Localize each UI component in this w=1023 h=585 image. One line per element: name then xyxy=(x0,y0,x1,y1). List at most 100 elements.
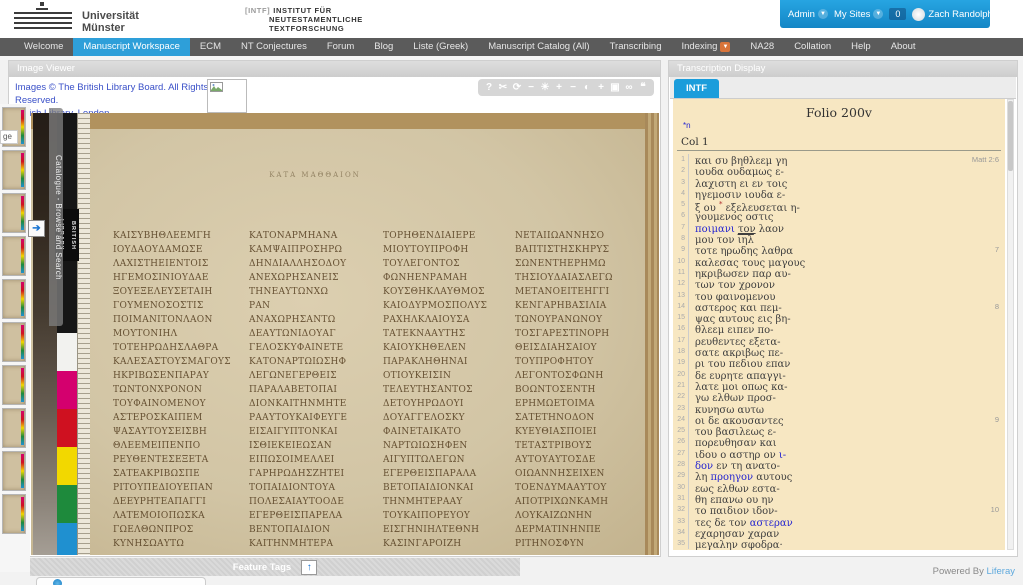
verse-reference: Matt 2:6 xyxy=(972,154,999,165)
contrast-icon[interactable]: ◐ xyxy=(581,79,593,96)
notification-count-badge[interactable]: 0 xyxy=(889,8,906,20)
user-menu[interactable]: Zach Randolph Butler ▼ xyxy=(912,8,1023,21)
page-thumbnail[interactable] xyxy=(2,150,26,190)
nav-item-help[interactable]: Help xyxy=(841,38,881,56)
brightness-increase-icon[interactable]: + xyxy=(553,79,565,96)
chevron-down-icon: ▼ xyxy=(818,9,828,19)
transcription-line: 14αστερος και πεμ-8 xyxy=(673,301,1005,312)
nav-item-manuscript-workspace[interactable]: Manuscript Workspace xyxy=(73,38,189,56)
nav-item-blog[interactable]: Blog xyxy=(364,38,403,56)
institute-name: [INTF]INSTITUT FÜR NEUTESTAMENTLICHE TEX… xyxy=(245,6,363,33)
transcription-line: 2ιουδα ουδαμως ε- xyxy=(673,165,1005,176)
page-thumbnail[interactable] xyxy=(2,408,26,448)
note-marker[interactable]: *n xyxy=(683,121,691,130)
transcription-line: 26πορευθησαν και xyxy=(673,436,1005,447)
collapse-up-button[interactable]: ↑ xyxy=(301,560,317,575)
avatar xyxy=(912,8,925,21)
transcription-line: 29λη προηγον αυτους xyxy=(673,470,1005,481)
nav-item-ecm[interactable]: ECM xyxy=(190,38,231,56)
manuscript-column-4: ΝΕΤΑΙΙΩΑΝΝΗΣΟ ΒΑΠΤΙΣΤΗΣΚΗΡΥΣ ΣΩΝΕΝΤΗΕΡΗΜ… xyxy=(515,229,641,555)
line-number: 34 xyxy=(673,527,689,538)
nav-item-indexing[interactable]: Indexing▼ xyxy=(672,38,741,56)
admin-menu[interactable]: Admin ▼ xyxy=(788,9,828,20)
page-thumbnail[interactable] xyxy=(2,322,26,362)
broken-image-icon xyxy=(207,79,247,113)
scrollbar-thumb[interactable] xyxy=(1008,101,1013,171)
verse-reference: 7 xyxy=(995,244,999,255)
transcription-line: 20δε ευρητε απαγγι- xyxy=(673,369,1005,380)
manuscript-image[interactable]: BRITISH LIBRARY ΚΑΤΑ ΜΑΘΘΑΙΟΝ ΚΑΙΣΥΒΗΘΛΕ… xyxy=(31,113,659,555)
collapsed-panel-chip[interactable] xyxy=(36,577,206,585)
page-thumbnail[interactable] xyxy=(2,279,26,319)
line-number: 27 xyxy=(673,448,689,459)
transcription-line: 22γω ελθων προσ- xyxy=(673,391,1005,402)
contrast-decrease-icon[interactable]: − xyxy=(567,79,579,96)
link-icon[interactable]: ∞ xyxy=(623,79,635,96)
feature-tags-label: Feature Tags xyxy=(233,562,291,573)
transcription-line: 31θη επανω ου ην xyxy=(673,493,1005,504)
castle-icon xyxy=(36,4,48,10)
expand-catalogue-button[interactable]: ➔ xyxy=(28,220,45,237)
nav-item-forum[interactable]: Forum xyxy=(317,38,364,56)
transcription-line: 35μεγαλην σφοδρα· xyxy=(673,538,1005,549)
page-thumbnail[interactable] xyxy=(2,193,26,233)
help-icon[interactable]: ? xyxy=(483,79,495,96)
crop-icon[interactable]: ✂ xyxy=(497,79,509,96)
page-thumbnail[interactable] xyxy=(2,236,26,276)
nav-item-nt-conjectures[interactable]: NT Conjectures xyxy=(231,38,317,56)
manuscript-column-3: ΤΟΡΗΘΕΝΔΙΑΙΕΡΕ ΜΙΟΥΤΟΥΠΡΟΦΗ ΤΟΥΛΕΓΟΝΤΟΣ … xyxy=(383,229,509,555)
transcription-line: 19ρι του πεδιου επαν xyxy=(673,357,1005,368)
transcription-line: 10καλεσας τους μαγους xyxy=(673,256,1005,267)
nav-item-welcome[interactable]: Welcome xyxy=(14,38,73,56)
page-thumbnail[interactable] xyxy=(2,451,26,491)
thumbnail-panel xyxy=(0,104,30,572)
nav-item-transcribing[interactable]: Transcribing xyxy=(600,38,672,56)
transcription-line: 33τες δε τον αστεραν xyxy=(673,516,1005,527)
page-thumbnail[interactable] xyxy=(2,365,26,405)
ruler xyxy=(77,113,90,555)
contrast-increase-icon[interactable]: + xyxy=(595,79,607,96)
verse-reference: 8 xyxy=(995,301,999,312)
nav-item-manuscript-catalog-all[interactable]: Manuscript Catalog (All) xyxy=(478,38,599,56)
rotate-icon[interactable]: ⟳ xyxy=(511,79,523,96)
page-thumbnail[interactable] xyxy=(2,494,26,534)
transcription-scrollbar[interactable] xyxy=(1007,99,1014,550)
brightness-decrease-icon[interactable]: − xyxy=(525,79,537,96)
nav-item-na28[interactable]: NA28 xyxy=(740,38,784,56)
nav-item-liste-greek[interactable]: Liste (Greek) xyxy=(403,38,478,56)
line-number: 32 xyxy=(673,504,689,515)
line-number: 24 xyxy=(673,414,689,425)
line-number: 29 xyxy=(673,470,689,481)
image-toolbar: ?✂⟳−☀+−◐+▣∞❝ xyxy=(478,79,654,96)
transcription-line: 13του φαινομενου xyxy=(673,290,1005,301)
line-number: 22 xyxy=(673,391,689,402)
nav-item-collation[interactable]: Collation xyxy=(784,38,841,56)
transcription-line: 16θλεεμ ειπεν πο- xyxy=(673,323,1005,334)
line-number: 1 xyxy=(673,154,689,165)
my-sites-menu[interactable]: My Sites ▼ xyxy=(834,9,883,20)
university-logo: Universität Münster xyxy=(14,4,174,36)
liferay-link[interactable]: Liferay xyxy=(986,566,1015,577)
line-number: 23 xyxy=(673,403,689,414)
greek-text: μεγαλην σφοδρα· xyxy=(695,540,783,550)
dockbar: Admin ▼ My Sites ▼ 0 Zach Randolph Butle… xyxy=(780,0,990,28)
nav-item-about[interactable]: About xyxy=(881,38,926,56)
image-viewer-title: Image Viewer xyxy=(9,61,660,77)
line-number: 8 xyxy=(673,233,689,244)
comment-icon[interactable]: ❝ xyxy=(637,79,649,96)
transcription-line: 24οι δε ακουσαντες9 xyxy=(673,414,1005,425)
line-number: 6 xyxy=(673,210,689,221)
line-number: 4 xyxy=(673,188,689,199)
brightness-icon[interactable]: ☀ xyxy=(539,79,551,96)
transcription-content: Folio 200v *n Col 1 1και συ βηθλεεμ γηMa… xyxy=(673,99,1005,550)
transcription-line: 12των τον χρονον xyxy=(673,278,1005,289)
tab-intf[interactable]: INTF xyxy=(674,79,719,98)
transcription-line: 28δον εν τη ανατο- xyxy=(673,459,1005,470)
line-number: 17 xyxy=(673,335,689,346)
reset-image-icon[interactable]: ▣ xyxy=(609,79,621,96)
university-name: Universität Münster xyxy=(82,10,139,34)
transcription-line: 32το παιδιον ιδον-10 xyxy=(673,504,1005,515)
catalogue-browse-tab[interactable]: Catalogue - Browse and Search xyxy=(49,108,63,326)
transcription-line: 4ηγεμοσιν ιουδα ε- xyxy=(673,188,1005,199)
page-stack-edge xyxy=(645,113,659,555)
